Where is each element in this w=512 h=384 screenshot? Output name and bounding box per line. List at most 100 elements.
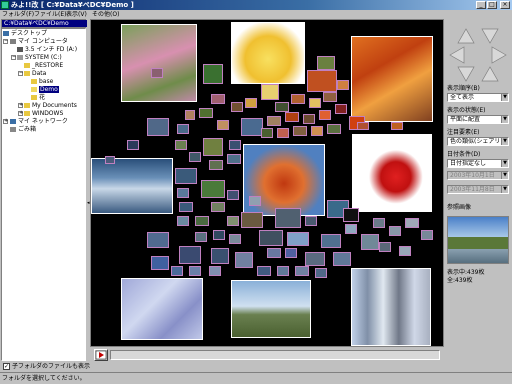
thumbnail[interactable] [333, 252, 351, 266]
thumbnail[interactable] [195, 216, 209, 226]
path-field[interactable]: C:¥Data¥ペDC¥Demo [1, 19, 87, 28]
minimize-button[interactable]: _ [476, 1, 486, 9]
expander-icon[interactable]: − [3, 39, 8, 44]
thumbnail[interactable] [211, 248, 229, 264]
thumbnail[interactable] [213, 230, 225, 240]
rotate-icon[interactable] [470, 51, 486, 59]
thumbnail[interactable] [295, 266, 309, 276]
thumbnail[interactable] [209, 160, 223, 170]
subfolder-checkbox[interactable]: ✓ [3, 363, 10, 370]
thumbnail[interactable] [249, 196, 261, 206]
thumbnail[interactable] [151, 68, 163, 78]
thumbnail[interactable] [337, 80, 349, 90]
thumbnail[interactable] [275, 102, 289, 112]
thumbnail[interactable] [323, 92, 337, 102]
arrow-up-alt-icon[interactable] [481, 28, 499, 44]
thumbnail[interactable] [327, 124, 341, 134]
thumbnail-yellow-tulip[interactable] [231, 22, 305, 84]
thumbnail[interactable] [241, 212, 263, 228]
menu-other[interactable]: その他(O) [92, 10, 119, 19]
thumbnail[interactable] [241, 118, 263, 136]
thumbnail[interactable] [227, 216, 239, 226]
expander-icon[interactable]: − [18, 71, 23, 76]
date-condition-select[interactable]: 日付指定なし ▼ [447, 159, 509, 168]
thumbnail[interactable] [171, 266, 183, 276]
thumbnail[interactable] [307, 70, 337, 92]
thumbnail[interactable] [379, 242, 391, 252]
thumbnail-birch-trees[interactable] [351, 268, 431, 346]
thumbnail-viewer[interactable] [90, 19, 444, 347]
thumbnail[interactable] [175, 168, 197, 184]
thumbnail[interactable] [203, 64, 223, 84]
thumbnail[interactable] [361, 234, 379, 250]
thumbnail[interactable] [177, 216, 189, 226]
thumbnail[interactable] [345, 224, 357, 234]
folder-tree[interactable]: デスクトップ − マイ コンピュータ 3.5 インチ FD (A:) − SYS… [1, 28, 86, 361]
thumbnail[interactable] [229, 140, 241, 150]
thumbnail[interactable] [267, 248, 281, 258]
expander-icon[interactable]: + [18, 103, 23, 108]
thumbnail[interactable] [147, 232, 169, 248]
thumbnail[interactable] [319, 110, 331, 120]
menu-file[interactable]: ファイル(E) [34, 10, 66, 19]
thumbnail-cherry-blossom[interactable] [121, 24, 197, 102]
expander-icon[interactable]: + [3, 119, 8, 124]
arrow-up-icon[interactable] [457, 28, 475, 44]
thumbnail[interactable] [189, 266, 201, 276]
maximize-button[interactable]: □ [487, 1, 497, 9]
thumbnail-field-sky[interactable] [231, 280, 311, 338]
thumbnail[interactable] [405, 218, 419, 228]
thumbnail[interactable] [261, 84, 279, 100]
thumbnail-sea-waves[interactable] [91, 158, 173, 214]
thumbnail[interactable] [245, 98, 257, 108]
thumbnail[interactable] [311, 126, 323, 136]
arrow-down-alt-icon[interactable] [481, 66, 499, 82]
thumbnail[interactable] [309, 98, 321, 108]
thumbnail[interactable] [285, 248, 297, 258]
thumbnail[interactable] [321, 234, 341, 248]
thumbnail[interactable] [201, 180, 225, 198]
thumbnail[interactable] [285, 112, 299, 122]
expander-icon[interactable]: − [11, 55, 16, 60]
display-state-select[interactable]: 平面に配置 ▼ [447, 115, 509, 124]
thumbnail[interactable] [293, 126, 307, 136]
thumbnail[interactable] [261, 128, 273, 138]
thumbnail[interactable] [389, 226, 401, 236]
thumbnail[interactable] [151, 256, 169, 270]
thumbnail[interactable] [147, 118, 169, 136]
thumbnail[interactable] [335, 104, 347, 114]
thumbnail[interactable] [399, 246, 411, 256]
thumbnail[interactable] [277, 266, 289, 276]
thumbnail[interactable] [195, 232, 207, 242]
thumbnail[interactable] [227, 190, 239, 200]
thumbnail[interactable] [287, 232, 309, 246]
menu-folder[interactable]: フォルダ(F) [2, 10, 34, 19]
thumbnail[interactable] [235, 252, 253, 268]
thumbnail[interactable] [211, 94, 225, 104]
thumbnail[interactable] [315, 268, 327, 278]
expander-icon[interactable]: + [18, 111, 23, 116]
slideshow-button[interactable] [94, 349, 108, 361]
thumbnail[interactable] [303, 114, 315, 124]
thumbnail[interactable] [179, 246, 201, 264]
arrow-left-icon[interactable] [449, 46, 465, 64]
thumbnail[interactable] [267, 116, 281, 126]
thumbnail[interactable] [211, 202, 225, 212]
thumbnail[interactable] [209, 266, 221, 276]
thumbnail[interactable] [357, 122, 369, 130]
thumbnail[interactable] [259, 230, 283, 246]
thumbnail[interactable] [373, 218, 385, 228]
thumbnail[interactable] [199, 108, 213, 118]
thumbnail-petals[interactable] [121, 278, 203, 340]
thumbnail[interactable] [277, 128, 289, 138]
thumbnail[interactable] [177, 188, 189, 198]
thumbnail[interactable] [291, 94, 305, 104]
arrow-right-icon[interactable] [491, 46, 507, 64]
thumbnail[interactable] [175, 140, 187, 150]
thumbnail[interactable] [127, 140, 139, 150]
attention-select[interactable]: 色の類似(シェアリ) ▼ [447, 137, 509, 146]
thumbnail[interactable] [217, 120, 229, 130]
menu-view[interactable]: 表示(V) [66, 10, 87, 19]
thumbnail[interactable] [179, 202, 193, 212]
thumbnail-autumn-forest[interactable] [351, 36, 433, 122]
